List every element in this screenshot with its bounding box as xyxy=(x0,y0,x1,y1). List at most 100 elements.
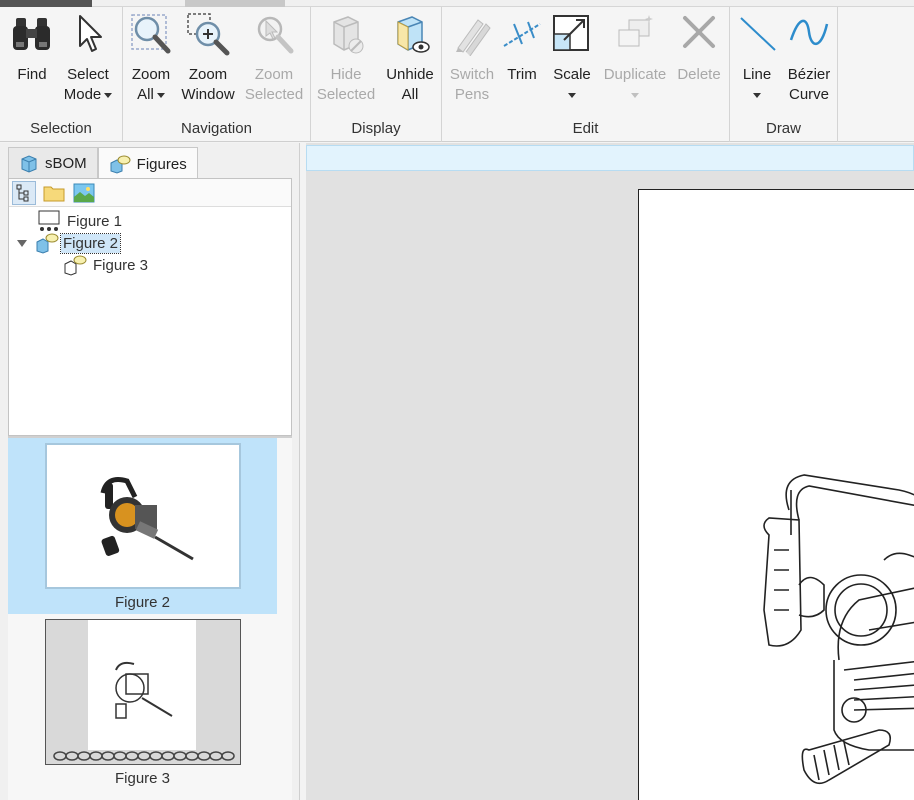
canvas-info-bar xyxy=(306,145,914,171)
zoom-selected-label-1: Zoom xyxy=(254,66,294,83)
group-label-display: Display xyxy=(351,120,401,137)
trim-icon xyxy=(499,11,545,57)
figure-3d-icon xyxy=(36,233,59,254)
thumbnail-caption: Figure 2 xyxy=(114,594,171,611)
image-icon xyxy=(73,183,95,202)
scale-icon xyxy=(549,11,595,57)
bezier-curve-label-2: Curve xyxy=(788,86,829,103)
zoom-window-label-1: Zoom xyxy=(188,66,228,83)
trim-button[interactable]: Trim xyxy=(500,11,544,85)
zoom-all-label-2-wrap: All xyxy=(137,85,165,105)
ribbon: Find Select Mode Selection Zoom All Zoom… xyxy=(0,7,914,142)
figure-sheet-icon xyxy=(38,210,60,231)
chevron-down-icon xyxy=(104,92,113,98)
drawing-canvas[interactable] xyxy=(306,143,914,800)
tree-item-figure-1[interactable]: Figure 1 xyxy=(37,210,124,232)
duplicate-label: Duplicate xyxy=(603,66,667,83)
chevron-down-icon xyxy=(568,93,576,98)
figures-icon xyxy=(110,155,131,174)
chevron-down-icon xyxy=(156,92,165,98)
duplicate-button[interactable]: Duplicate xyxy=(600,11,670,98)
group-label-edit: Edit xyxy=(572,120,599,137)
thumbnail-figure-2[interactable]: Figure 2 xyxy=(8,438,277,614)
folder-view-button[interactable] xyxy=(42,181,66,205)
select-mode-label-1: Select xyxy=(67,66,109,83)
tree-view-button[interactable] xyxy=(12,180,36,205)
drill-image-icon xyxy=(100,477,194,561)
delete-button[interactable]: Delete xyxy=(674,11,724,85)
tree-item-label: Figure 1 xyxy=(67,212,123,230)
bezier-curve-icon xyxy=(786,11,832,57)
tree-toolbar xyxy=(9,179,291,207)
tab-figures[interactable]: Figures xyxy=(97,147,198,180)
zoom-window-label-2: Window xyxy=(181,86,235,103)
zoom-window-icon xyxy=(185,11,231,57)
group-selection: Find Select Mode Selection xyxy=(0,7,123,142)
expand-toggle-icon[interactable] xyxy=(17,239,27,247)
group-label-selection: Selection xyxy=(30,120,92,137)
line-button[interactable]: Line xyxy=(734,11,780,98)
drawing-sheet[interactable] xyxy=(638,189,914,800)
hide-selected-label-2: Selected xyxy=(316,86,376,103)
group-navigation: Zoom All Zoom Window Zoom Selected Navig… xyxy=(123,7,311,142)
unhide-all-label-2: All xyxy=(401,86,419,103)
line-icon xyxy=(734,11,780,57)
image-view-button[interactable] xyxy=(72,181,96,205)
chevron-down-icon xyxy=(753,93,761,98)
unhide-all-label-1: Unhide xyxy=(386,66,434,83)
unhide-all-button[interactable]: Unhide All xyxy=(383,11,437,105)
drill-sketch-icon xyxy=(53,661,235,761)
thumbnail-figure-3[interactable]: Figure 3 xyxy=(8,614,277,790)
zoom-all-label-1: Zoom xyxy=(131,66,171,83)
zoom-window-button[interactable]: Zoom Window xyxy=(179,11,237,105)
duplicate-icon xyxy=(612,11,658,57)
switch-pens-button[interactable]: Switch Pens xyxy=(446,11,498,105)
group-draw: Line Bézier Curve Draw xyxy=(730,7,838,142)
ribbon-tab-marker[interactable] xyxy=(185,0,285,7)
hide-selected-label-1: Hide xyxy=(330,66,362,83)
tab-sbom-label: sBOM xyxy=(45,155,87,172)
tree-item-figure-3[interactable]: Figure 3 xyxy=(63,254,150,276)
ribbon-tab-active-marker[interactable] xyxy=(0,0,92,7)
figure-3d-outline-icon xyxy=(64,255,87,276)
zoom-selected-label-2: Selected xyxy=(244,86,304,103)
cube-icon xyxy=(21,154,37,173)
select-mode-label-2: Mode xyxy=(63,86,102,103)
bezier-curve-label-1: Bézier xyxy=(787,66,831,83)
figures-panel: sBOM Figures Figure 1 Figure 2 Figure 3 … xyxy=(0,143,300,800)
scale-button[interactable]: Scale xyxy=(548,11,596,98)
zoom-all-button[interactable]: Zoom All xyxy=(127,11,175,105)
folder-icon xyxy=(43,186,65,201)
tree-structure-icon xyxy=(16,184,29,201)
delete-x-icon xyxy=(676,11,722,57)
panel-tabs: sBOM Figures xyxy=(8,147,198,180)
scale-label: Scale xyxy=(553,66,591,83)
tab-sbom[interactable]: sBOM xyxy=(8,147,98,179)
tab-figures-label: Figures xyxy=(136,155,187,173)
tree-item-figure-2[interactable]: Figure 2 xyxy=(17,232,122,254)
group-edit: Switch Pens Trim Scale Duplicate Delete … xyxy=(442,7,730,142)
group-label-draw: Draw xyxy=(765,120,801,137)
switch-pens-label-1: Switch xyxy=(449,66,495,83)
thumbnail-caption: Figure 3 xyxy=(114,770,171,787)
drill-illustration xyxy=(763,474,914,785)
pens-icon xyxy=(449,11,495,57)
tree-item-label: Figure 3 xyxy=(93,256,149,274)
select-mode-button[interactable]: Select Mode xyxy=(60,11,116,105)
unhide-cube-icon xyxy=(387,11,433,57)
group-display: Hide Selected Unhide All Display xyxy=(311,7,442,142)
figure-thumbnails: Figure 2 Figure 3 xyxy=(8,436,292,800)
title-strip xyxy=(0,0,914,7)
tree-item-label: Figure 2 xyxy=(59,232,122,254)
find-button[interactable]: Find xyxy=(8,11,56,85)
figure-tree: Figure 1 Figure 2 Figure 3 xyxy=(8,178,292,436)
line-label: Line xyxy=(742,66,772,83)
switch-pens-label-2: Pens xyxy=(454,86,490,103)
delete-label: Delete xyxy=(677,66,721,83)
thumbnail-image xyxy=(45,619,241,765)
bezier-curve-button[interactable]: Bézier Curve xyxy=(784,11,834,105)
zoom-selected-icon xyxy=(251,11,297,57)
zoom-selected-button[interactable]: Zoom Selected xyxy=(243,11,305,105)
hide-selected-button[interactable]: Hide Selected xyxy=(315,11,377,105)
binoculars-icon xyxy=(9,11,55,57)
